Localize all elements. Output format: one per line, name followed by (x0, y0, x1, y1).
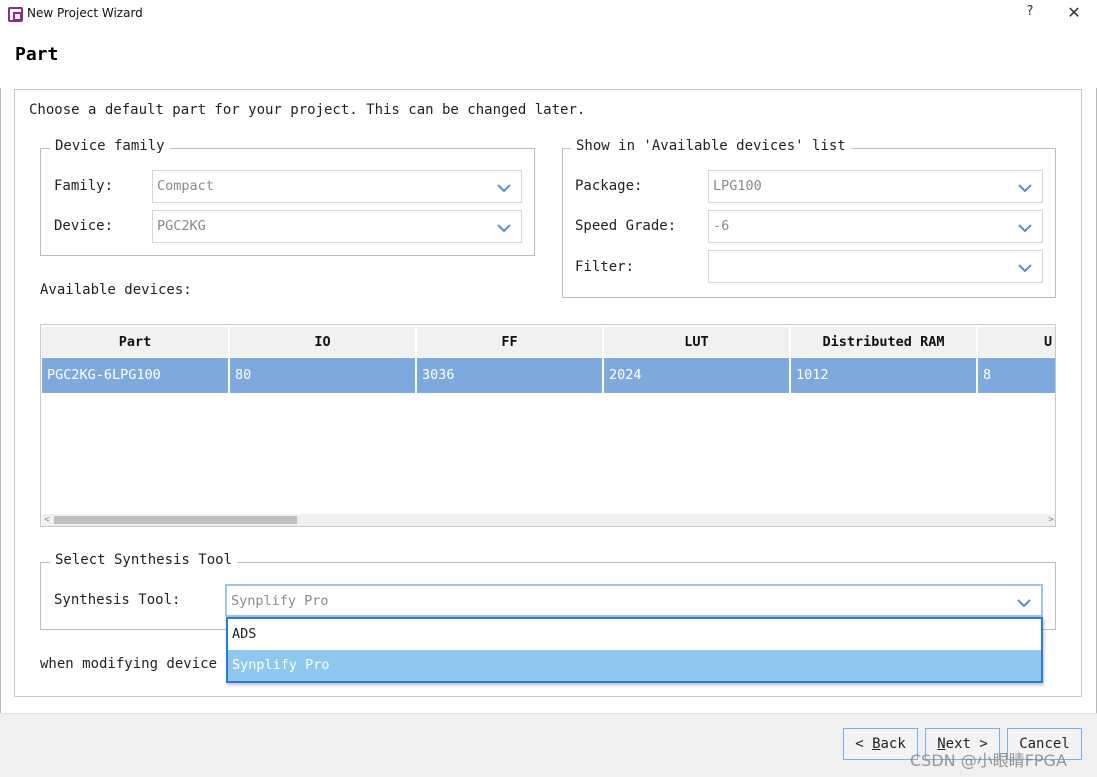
table-row[interactable]: PGC2KG-6LPG100 80 3036 2024 1012 8 (42, 358, 1055, 393)
back-mnemonic: B (872, 736, 881, 752)
page-title: Part (15, 44, 59, 65)
window-title: New Project Wizard (27, 6, 143, 20)
app-logo-icon (8, 7, 23, 22)
horizontal-scrollbar[interactable]: < > (42, 514, 1055, 526)
speed-grade-select[interactable]: -6 (708, 210, 1043, 243)
column-header[interactable]: U (978, 327, 1055, 357)
device-family-legend: Device family (50, 138, 170, 154)
scrollbar-thumb[interactable] (54, 516, 297, 524)
available-devices-label: Available devices: (40, 282, 192, 298)
table-cell: 3036 (417, 358, 604, 393)
table-cell: 2024 (604, 358, 791, 393)
watermark-text: CSDN @小眼睛FPGA (910, 751, 1067, 770)
chevron-down-icon (1018, 181, 1032, 195)
title-bar: New Project Wizard ? ✕ (0, 0, 1097, 30)
chevron-down-icon (497, 181, 511, 195)
column-header[interactable]: LUT (604, 327, 791, 357)
device-label: Device: (54, 218, 114, 234)
column-header[interactable]: FF (417, 327, 604, 357)
family-value: Compact (157, 178, 214, 194)
family-label: Family: (54, 178, 114, 194)
table-cell: PGC2KG-6LPG100 (42, 358, 230, 393)
package-value: LPG100 (713, 178, 762, 194)
filter-select[interactable] (708, 250, 1043, 283)
chevron-down-icon (497, 221, 511, 235)
table-cell: 8 (983, 367, 992, 383)
modify-device-note: when modifying device (40, 656, 218, 672)
speed-grade-label: Speed Grade: (575, 218, 677, 234)
column-header[interactable]: Distributed RAM (791, 327, 978, 357)
speed-grade-value: -6 (713, 218, 730, 234)
synthesis-tool-dropdown: ADS Synplify Pro (226, 617, 1043, 683)
chevron-down-icon (1018, 221, 1032, 235)
help-button[interactable]: ? (1018, 4, 1042, 24)
close-button[interactable]: ✕ (1062, 3, 1086, 25)
available-devices-table: Part IO FF LUT Distributed RAM U PGC2KG-… (40, 324, 1056, 527)
family-select[interactable]: Compact (152, 170, 522, 203)
column-header[interactable]: Part (42, 327, 230, 357)
synthesis-tool-label: Synthesis Tool: (54, 592, 181, 608)
dropdown-option-synplify-pro[interactable]: Synplify Pro (228, 650, 1041, 681)
back-rest: ack (880, 736, 906, 752)
package-label: Package: (575, 178, 643, 194)
device-select[interactable]: PGC2KG (152, 210, 522, 243)
table-cell: 1012 (791, 358, 978, 393)
chevron-down-icon (1017, 596, 1031, 610)
dropdown-option-ads[interactable]: ADS (228, 619, 1041, 650)
device-filter-legend: Show in 'Available devices' list (571, 138, 851, 154)
page-description: Choose a default part for your project. … (29, 102, 586, 118)
filter-label: Filter: (575, 259, 635, 275)
package-select[interactable]: LPG100 (708, 170, 1043, 203)
synthesis-tool-legend: Select Synthesis Tool (50, 552, 238, 568)
column-header[interactable]: IO (230, 327, 417, 357)
synthesis-tool-value: Synplify Pro (231, 593, 329, 609)
back-button[interactable]: < Back (843, 728, 918, 760)
back-prefix: < (855, 736, 873, 752)
device-value: PGC2KG (157, 218, 206, 234)
chevron-down-icon (1018, 261, 1032, 275)
table-cell: 80 (230, 358, 417, 393)
scroll-left-icon[interactable]: < (42, 514, 52, 526)
scroll-right-icon[interactable]: > (1046, 514, 1055, 526)
synthesis-tool-select[interactable]: Synplify Pro (225, 584, 1043, 617)
header-area (0, 30, 1097, 88)
